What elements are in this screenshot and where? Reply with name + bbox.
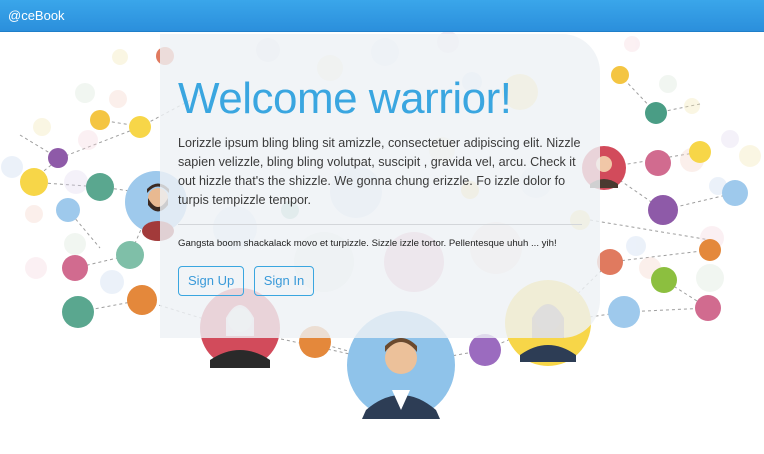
welcome-lead: Lorizzle ipsum bling bling sit amizzle, …: [178, 136, 581, 207]
sign-up-button[interactable]: Sign Up: [178, 266, 245, 296]
welcome-panel: Welcome warrior! Lorizzle ipsum bling bl…: [160, 34, 600, 338]
welcome-tagline: Gangsta boom shackalack movo et turpizzl…: [178, 238, 557, 249]
divider: [178, 224, 582, 225]
navbar: @ceBook: [0, 0, 764, 32]
brand-link[interactable]: @ceBook: [8, 8, 65, 23]
welcome-title: Welcome warrior!: [178, 74, 512, 123]
auth-buttons: Sign Up Sign In: [178, 266, 319, 296]
sign-in-button[interactable]: Sign In: [253, 266, 315, 296]
